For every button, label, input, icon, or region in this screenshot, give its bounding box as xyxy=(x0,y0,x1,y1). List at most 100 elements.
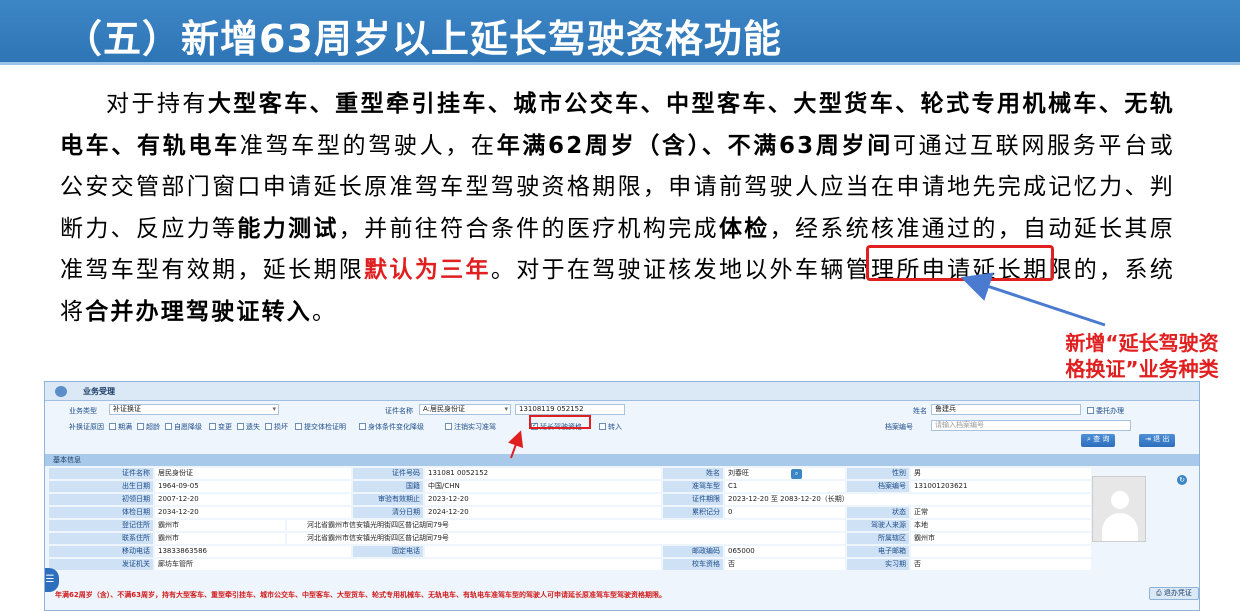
field-label: 证件名称 xyxy=(49,468,153,479)
field-label: 登记住所 xyxy=(49,520,153,531)
field-label: 校车资格 xyxy=(663,559,723,570)
field-label: 证件期限 xyxy=(663,494,723,505)
field-label: 姓名 xyxy=(663,468,723,479)
field-label: 证件号码 xyxy=(353,468,423,479)
reason-option-overage[interactable]: 超龄 xyxy=(137,422,160,432)
option-label: 身体条件变化降级 xyxy=(368,423,424,431)
section-basic-info: 基本信息 xyxy=(45,454,1199,466)
field-label: 审验有效期止 xyxy=(353,494,423,505)
field-value: 河北省霸州市信安镇光明街四区普记胡同79号 xyxy=(287,533,845,544)
business-type-value: 补证换证 xyxy=(113,405,141,413)
field-value: 霸州市 xyxy=(911,533,1091,544)
option-label: 遗失 xyxy=(246,423,260,431)
name-input[interactable]: 鲁建兵 xyxy=(931,404,1081,415)
checkbox-box xyxy=(165,423,172,430)
reason-option-lost[interactable]: 遗失 xyxy=(237,422,260,432)
reason-option-downgrade[interactable]: 自愿降级 xyxy=(165,422,202,432)
field-label: 体检日期 xyxy=(49,507,153,518)
option-label: 注销实习准驾 xyxy=(454,423,496,431)
reason-option-cancel-intern[interactable]: 注销实习准驾 xyxy=(445,422,496,432)
highlight-box xyxy=(866,245,1054,281)
chevron-down-icon: ▾ xyxy=(504,405,508,413)
checkbox-box xyxy=(599,423,606,430)
field-label: 发证机关 xyxy=(49,559,153,570)
field-label: 联系住所 xyxy=(49,533,153,544)
print-icon: ⎙ xyxy=(1156,589,1164,597)
field-value: 廊坊车管所 xyxy=(155,559,661,570)
field-value: 否 xyxy=(911,559,1091,570)
para-bold-age-range: 年满62周岁（含）、不满63周岁间 xyxy=(496,132,893,159)
page-title: （五）新增63周岁以上延长驾驶资格功能 xyxy=(64,17,782,61)
field-label: 国籍 xyxy=(353,481,423,492)
side-menu-toggle-icon[interactable]: ☰ xyxy=(45,568,59,592)
description-paragraph: 对于持有大型客车、重型牵引挂车、城市公交车、中型客车、大型货车、轮式专用机械车、… xyxy=(60,84,1175,333)
reason-option-medical-proof[interactable]: 提交体检证明 xyxy=(295,422,346,432)
field-value: 中国/CHN xyxy=(425,481,661,492)
search-icon[interactable]: ⌕ xyxy=(791,469,802,479)
business-type-select[interactable]: 补证换证 ▾ xyxy=(109,404,279,415)
business-type-label: 业务类型 xyxy=(69,407,97,415)
entrust-label: 委托办理 xyxy=(1096,407,1124,415)
reason-option-body-change[interactable]: 身体条件变化降级 xyxy=(359,422,424,432)
embedded-screenshot: 业务受理 业务类型 补证换证 ▾ 证件名称 A:居民身份证 ▾ 13108119 0… xyxy=(44,381,1200,611)
checkbox-box xyxy=(1087,407,1094,414)
field-value xyxy=(911,546,1091,557)
field-value: 131081 0052152 xyxy=(425,468,661,479)
info-row: 出生日期 1964-09-05 国籍 中国/CHN 准驾车型 C1 档案编号 1… xyxy=(49,481,1191,493)
reason-option-expired[interactable]: 期满 xyxy=(109,422,132,432)
para-red-default-three-years: 默认为三年 xyxy=(364,257,491,283)
field-label: 所属辖区 xyxy=(847,533,909,544)
option-label: 损坏 xyxy=(274,423,288,431)
checkbox-highlight-box xyxy=(529,415,591,429)
info-row: 证件名称 居民身份证 证件号码 131081 0052152 姓名 刘春旺 性别… xyxy=(49,468,1191,480)
field-value: 2024-12-20 xyxy=(425,507,661,518)
chevron-down-icon: ▾ xyxy=(272,405,276,413)
field-value: 13833863586 xyxy=(155,546,351,557)
reason-option-transfer-in[interactable]: 转入 xyxy=(599,422,622,432)
field-value: 男 xyxy=(911,468,1091,479)
reason-option-change[interactable]: 变更 xyxy=(209,422,232,432)
exit-button[interactable]: ⇥ 退 出 xyxy=(1139,434,1176,447)
field-value: 正常 xyxy=(911,507,1091,518)
para-bold-medical-check: 体检 xyxy=(718,215,770,242)
checkbox-box xyxy=(295,423,302,430)
field-value: C1 xyxy=(725,481,845,492)
cert-name-select[interactable]: A:居民身份证 ▾ xyxy=(419,404,511,415)
archive-input[interactable]: 请输入档案编号 xyxy=(931,420,1131,431)
info-row: 发证机关 廊坊车管所 校车资格 否 实习期 否 xyxy=(49,559,1191,571)
reason-option-damaged[interactable]: 损坏 xyxy=(265,422,288,432)
field-value: 本地 xyxy=(911,520,1091,531)
entrust-checkbox[interactable]: 委托办理 xyxy=(1087,406,1124,416)
query-row-1: 业务类型 补证换证 ▾ 证件名称 A:居民身份证 ▾ 13108119 052152… xyxy=(45,404,1199,418)
avatar xyxy=(1092,476,1146,542)
option-label: 自愿降级 xyxy=(174,423,202,431)
annotation-line-1: 新增“延长驾驶资 xyxy=(1065,331,1219,355)
option-label: 提交体检证明 xyxy=(304,423,346,431)
field-label: 移动电话 xyxy=(49,546,153,557)
checkbox-box xyxy=(209,423,216,430)
field-value: 霸州市 xyxy=(155,533,285,544)
option-label: 变更 xyxy=(218,423,232,431)
field-label: 清分日期 xyxy=(353,507,423,518)
tab-business-acceptance[interactable]: 业务受理 xyxy=(83,386,115,397)
cert-number-input[interactable]: 13108119 052152 xyxy=(515,404,625,415)
refresh-icon[interactable]: ↻ xyxy=(1177,475,1187,485)
title-bar: （五）新增63周岁以上延长驾驶资格功能 xyxy=(0,0,1240,62)
info-row: 联系住所 霸州市 河北省霸州市信安镇光明街四区普记胡同79号 所属辖区 霸州市 xyxy=(49,533,1191,545)
field-value: 0 xyxy=(725,507,845,518)
field-label: 电子邮箱 xyxy=(847,546,909,557)
cert-name-value: A:居民身份证 xyxy=(423,405,466,413)
field-label: 累积记分 xyxy=(663,507,723,518)
return-voucher-button[interactable]: ⎙ 退办凭证 xyxy=(1149,587,1199,600)
field-value: 河北省霸州市信安镇光明街四区普记胡同79号 xyxy=(287,520,845,531)
query-button[interactable]: ⌕ 查 询 xyxy=(1081,434,1116,447)
field-value: 霸州市 xyxy=(155,520,285,531)
field-value: 2007-12-20 xyxy=(155,494,351,505)
option-label: 超龄 xyxy=(146,423,160,431)
checkbox-box xyxy=(137,423,144,430)
field-label: 档案编号 xyxy=(847,481,909,492)
reason-label: 补换证原因 xyxy=(69,423,104,431)
avatar-head xyxy=(1111,491,1129,509)
info-row: 初领日期 2007-12-20 审验有效期止 2023-12-20 证件期限 2… xyxy=(49,494,1191,506)
field-label: 性别 xyxy=(847,468,909,479)
